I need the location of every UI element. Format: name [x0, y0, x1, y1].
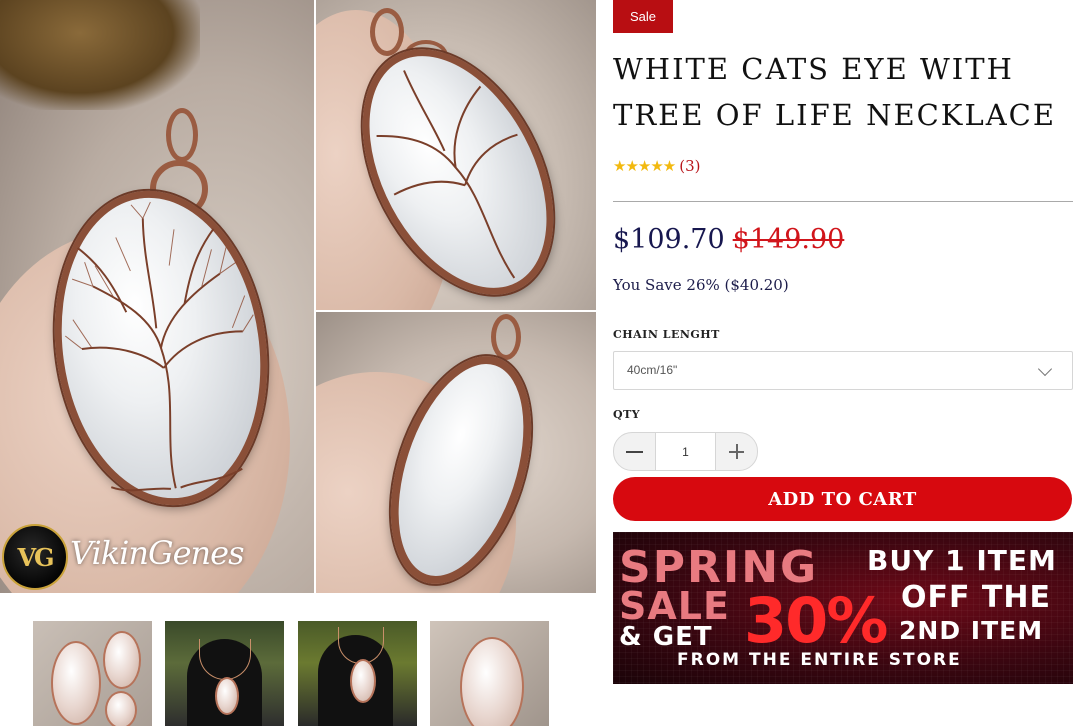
qty-label: QTY: [613, 408, 641, 421]
product-gallery: VG VikinGenes: [0, 0, 596, 593]
pendant-bail: [491, 314, 521, 360]
savings-text: You Save 26% ($40.20): [613, 276, 789, 294]
banner-buy-text: BUY 1 ITEM: [867, 544, 1057, 577]
brand-watermark: VG VikinGenes: [2, 524, 252, 590]
spring-sale-banner[interactable]: SPRING BUY 1 ITEM SALE 30% OFF THE & GET…: [613, 532, 1073, 684]
chain-length-value: 40cm/16": [627, 363, 678, 377]
original-price: $149.90: [732, 224, 845, 255]
thumb-pendant: [215, 677, 239, 715]
banner-off-text: OFF THE: [901, 580, 1051, 615]
thumbnail-2[interactable]: [165, 621, 284, 726]
thumb-pendant: [350, 659, 376, 703]
divider: [613, 201, 1073, 202]
current-price: $109.70: [613, 224, 725, 255]
pendant-bail: [370, 8, 404, 56]
thumb-pendant: [105, 691, 137, 726]
chain-length-select[interactable]: 40cm/16": [613, 351, 1073, 390]
thumbnail-strip: [33, 621, 553, 726]
banner-percent-text: 30%: [744, 584, 888, 657]
thumbnail-4[interactable]: [430, 621, 549, 726]
quantity-input[interactable]: [655, 433, 716, 470]
tree-of-life-icon: [65, 201, 254, 492]
product-photo-back[interactable]: [316, 312, 596, 593]
decrease-qty-button[interactable]: [614, 433, 655, 470]
price-block: $109.70 $149.90: [613, 224, 844, 255]
chain-length-label: CHAIN LENGHT: [613, 328, 720, 341]
brand-monogram: VG: [2, 524, 68, 590]
product-rating[interactable]: ★★★★★ (3): [613, 156, 701, 176]
product-photo-main[interactable]: VG VikinGenes: [0, 0, 314, 593]
thumb-pendant: [103, 631, 141, 689]
product-photo-side[interactable]: [316, 0, 596, 310]
star-rating-icon: ★★★★★: [613, 157, 676, 175]
banner-from-store-text: FROM THE ENTIRE STORE: [677, 650, 962, 670]
product-title: WHITE CATS EYE WITH TREE OF LIFE NECKLAC…: [613, 52, 1057, 132]
thumbnail-1[interactable]: [33, 621, 152, 726]
banner-second-item-text: 2ND ITEM: [899, 616, 1044, 645]
banner-get-text: & GET: [619, 622, 713, 652]
add-to-cart-button[interactable]: ADD TO CART: [613, 477, 1072, 521]
thumb-pendant: [460, 637, 524, 726]
thumb-pendant: [51, 641, 101, 725]
quantity-stepper: [613, 432, 758, 471]
chevron-down-icon: [1037, 361, 1053, 377]
pinecone-decor: [0, 0, 200, 110]
increase-qty-button[interactable]: [716, 433, 757, 470]
thumbnail-3[interactable]: [298, 621, 417, 726]
review-count-link[interactable]: (3): [679, 157, 700, 175]
pendant-bail: [166, 108, 198, 162]
sale-badge: Sale: [613, 0, 673, 33]
brand-name: VikinGenes: [70, 534, 244, 572]
